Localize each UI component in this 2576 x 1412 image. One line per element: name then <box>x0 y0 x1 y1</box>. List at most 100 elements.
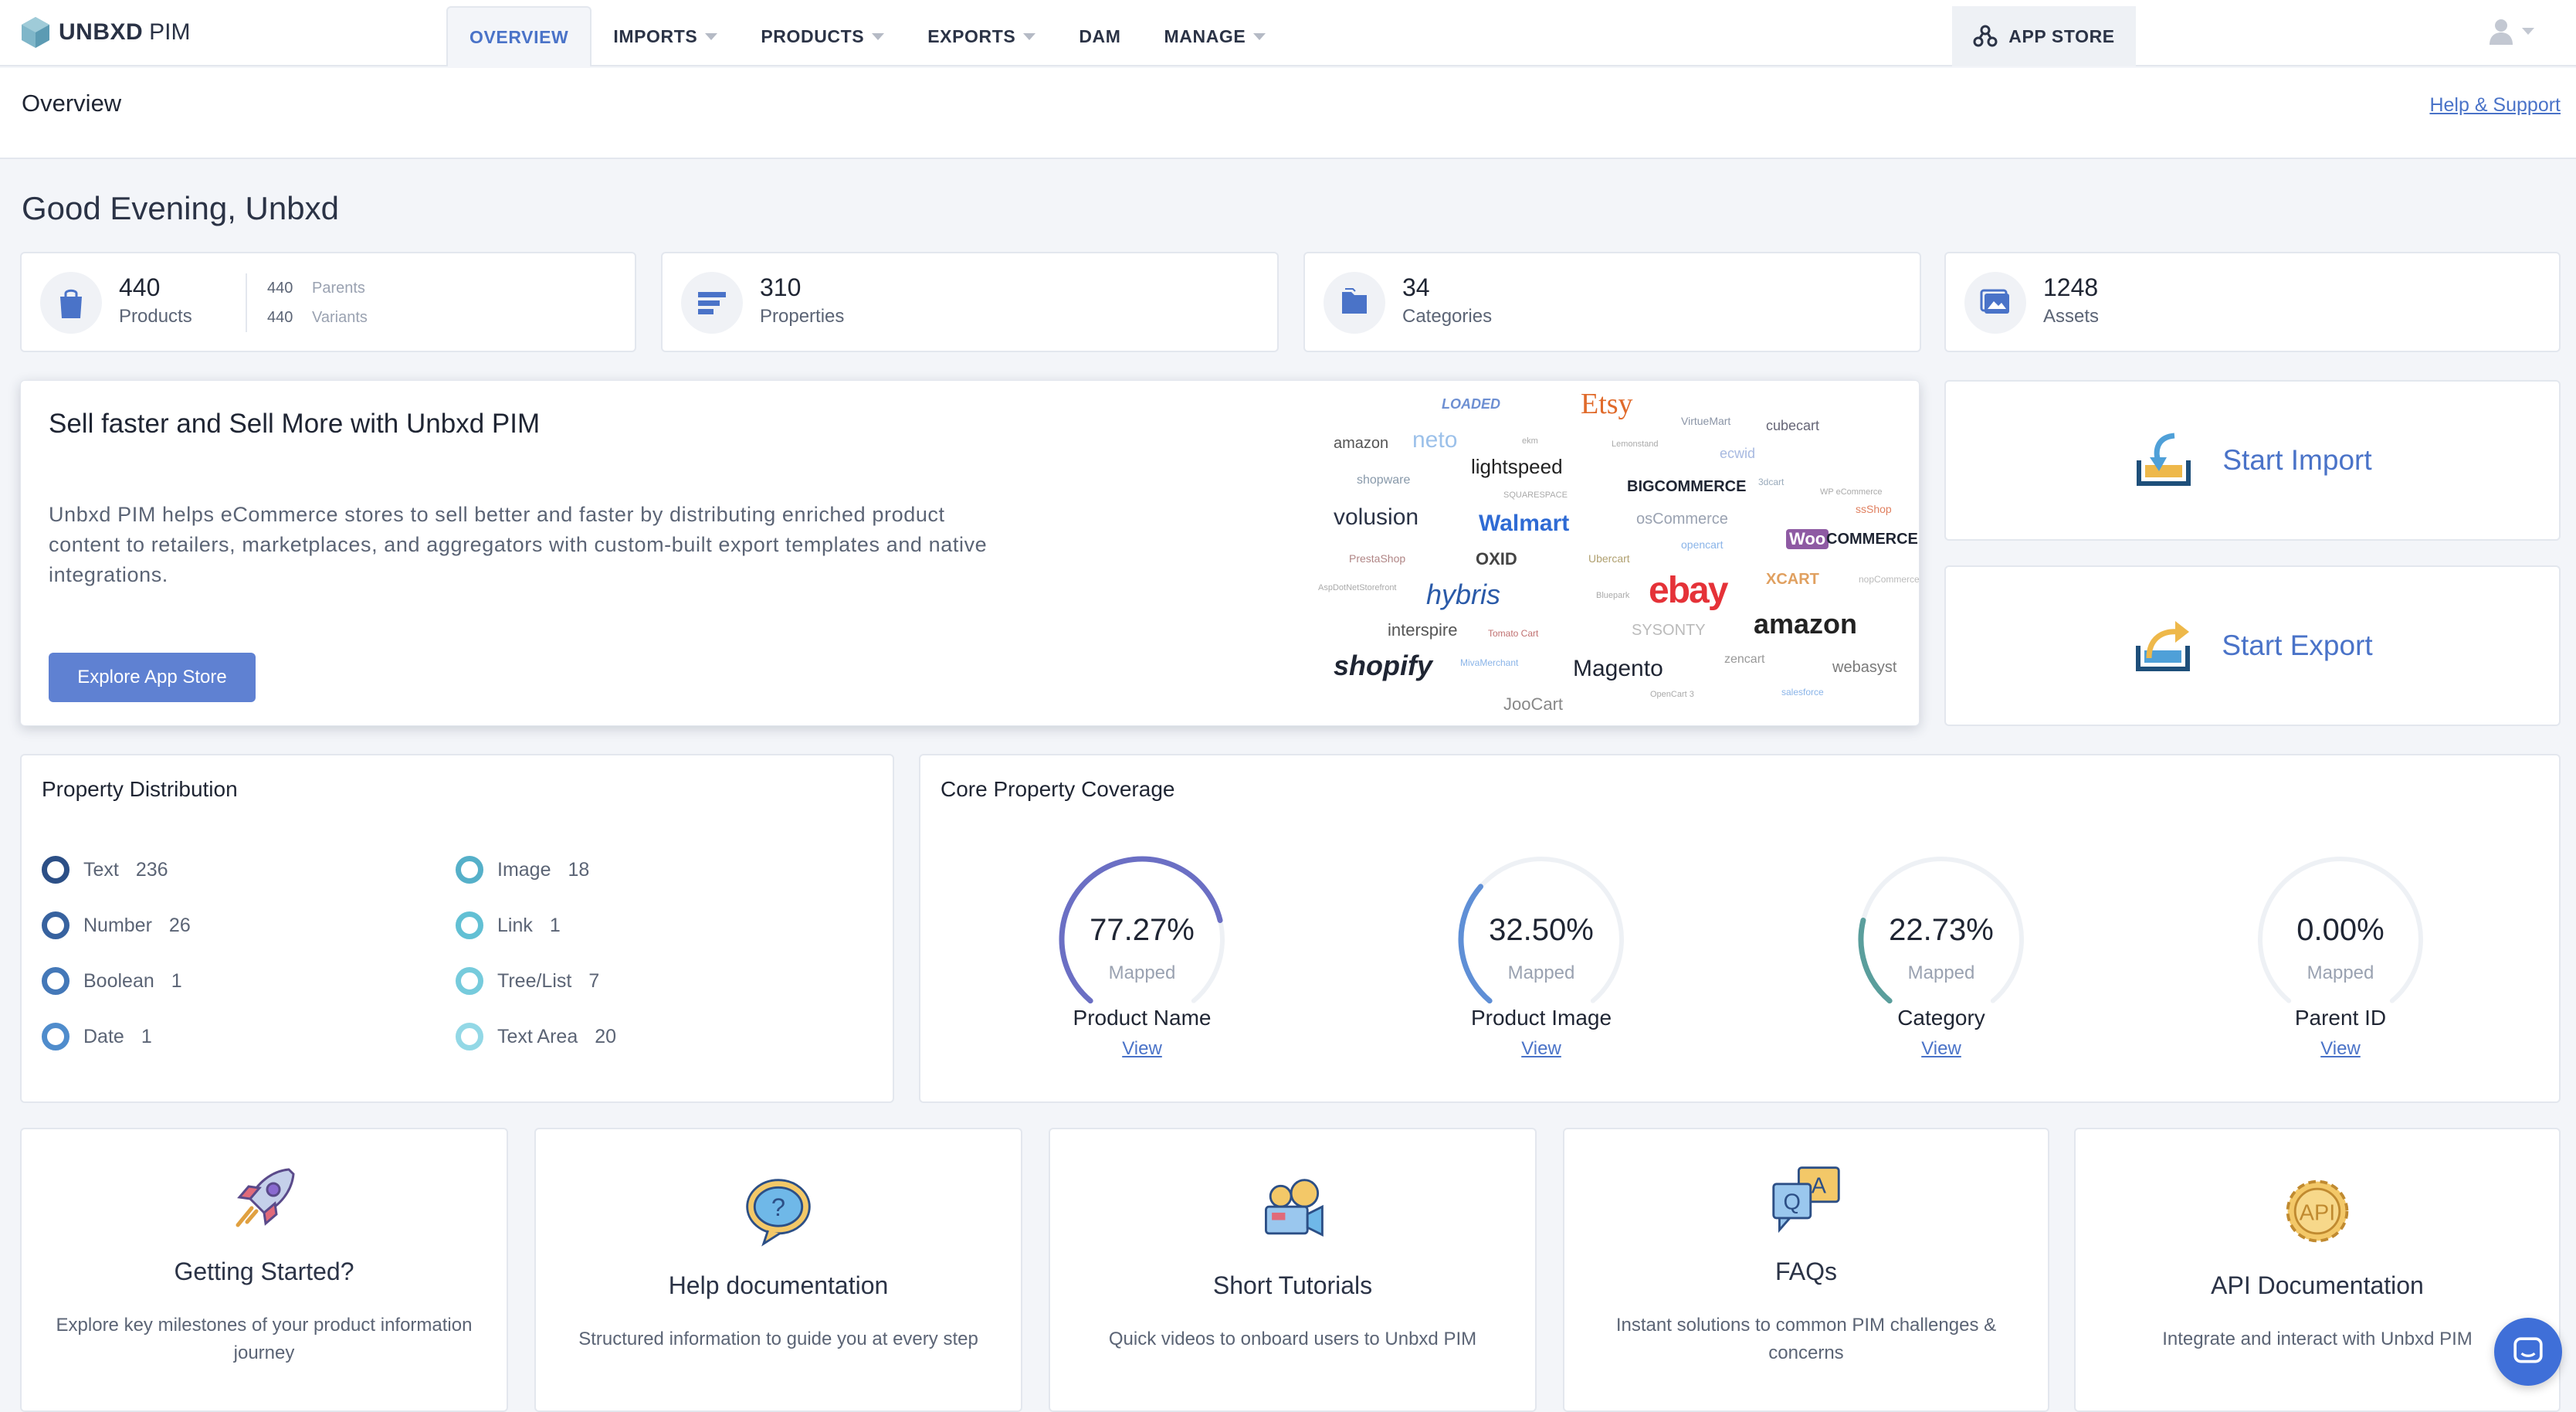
property-type-label: Text Area <box>497 1025 578 1047</box>
logo-volusion: volusion <box>1334 504 1419 530</box>
gauge-property-name: Product Name <box>1073 1006 1212 1030</box>
gauge-value: 0.00% <box>2296 913 2384 947</box>
logo-bluepark: Bluepark <box>1596 591 1630 600</box>
svg-text:Q: Q <box>1784 1190 1801 1214</box>
tab-imports[interactable]: IMPORTS <box>591 6 739 66</box>
variants-label: Variants <box>312 309 368 326</box>
svg-text:?: ? <box>771 1193 785 1221</box>
rocket-icon <box>236 1168 295 1227</box>
property-type-item: Tree/List 7 <box>456 967 599 995</box>
property-distribution-title: Property Distribution <box>42 777 238 801</box>
chat-icon <box>2513 1337 2543 1363</box>
brand-sub: PIM <box>149 19 191 45</box>
gauge-view-link[interactable]: View <box>2225 1038 2456 1060</box>
promo-description: Unbxd PIM helps eCommerce stores to sell… <box>49 503 988 586</box>
property-type-count: 1 <box>549 914 561 936</box>
parents-label: Parents <box>312 280 365 297</box>
resource-card-api-documentation[interactable]: API API Documentation Integrate and inte… <box>2074 1128 2561 1412</box>
logo-zencart: zencart <box>1724 653 1765 666</box>
gauge-view-link[interactable]: View <box>1825 1038 2057 1060</box>
caret-down-icon <box>1253 32 1266 40</box>
greeting: Good Evening, Unbxd <box>22 190 339 226</box>
property-type-count: 18 <box>568 858 590 881</box>
ring-icon <box>456 1023 483 1051</box>
user-icon <box>2490 19 2513 45</box>
ring-icon <box>456 911 483 939</box>
caret-down-icon <box>705 32 718 40</box>
gauge-sub-label: Mapped <box>1108 962 1176 983</box>
gauge-value: 77.27% <box>1090 913 1195 947</box>
tab-label: OVERVIEW <box>469 26 569 47</box>
categories-count: 34 <box>1402 273 1430 301</box>
brand-name: UNBXD <box>59 19 144 45</box>
logo-hybris: hybris <box>1426 579 1501 610</box>
gauge-property-name: Product Image <box>1470 1006 1612 1030</box>
start-export-card[interactable]: Start Export <box>1944 565 2561 726</box>
start-export-label: Start Export <box>2222 630 2373 661</box>
property-type-item: Date 1 <box>42 1023 152 1051</box>
resource-card-faqs[interactable]: A Q FAQs Instant solutions to common PIM… <box>1563 1128 2049 1412</box>
logo-salesforce: salesforce <box>1781 687 1824 698</box>
property-type-count: 7 <box>588 969 600 992</box>
ring-icon <box>42 911 69 939</box>
coverage-gauge: 77.27% Mapped Product Name View <box>1026 847 1258 1101</box>
app-store-button[interactable]: APP STORE <box>1952 6 2136 66</box>
resource-title: Getting Started? <box>174 1258 354 1285</box>
user-menu[interactable] <box>2488 17 2534 45</box>
property-type-label: Text <box>83 858 119 881</box>
logo-shopify: shopify <box>1334 650 1433 681</box>
gauge-property-name: Category <box>1897 1006 1985 1030</box>
tab-exports[interactable]: EXPORTS <box>906 6 1057 66</box>
tab-dam[interactable]: DAM <box>1057 6 1142 66</box>
coverage-gauge: 0.00% Mapped Parent ID View <box>2225 847 2456 1101</box>
properties-icon <box>698 292 726 314</box>
logo-walmart: Walmart <box>1479 511 1570 536</box>
app-store-label: APP STORE <box>2008 25 2115 46</box>
property-distribution-card: Property Distribution Text 236 Number 26 Boo… <box>20 754 894 1103</box>
app-store-icon <box>1973 25 1998 47</box>
property-type-label: Boolean <box>83 969 154 992</box>
gauge-property-name: Parent ID <box>2294 1006 2387 1030</box>
ring-icon <box>456 967 483 995</box>
ring-icon <box>42 1023 69 1051</box>
resource-title: Short Tutorials <box>1212 1271 1373 1299</box>
page-title: Overview <box>22 90 122 117</box>
divider <box>246 273 247 332</box>
tab-products[interactable]: PRODUCTS <box>739 6 906 66</box>
resource-desc: Structured information to guide you at e… <box>578 1329 978 1349</box>
tab-label: IMPORTS <box>613 25 698 46</box>
stat-card-properties[interactable]: 310 Properties <box>661 252 1279 352</box>
gauge-view-link[interactable]: View <box>1026 1038 1258 1060</box>
resource-desc: Explore key milestones of your product i… <box>56 1315 473 1363</box>
gauge-view-link[interactable]: View <box>1425 1038 1657 1060</box>
resource-card-help-documentation[interactable]: ? Help documentation Structured informat… <box>534 1128 1022 1412</box>
property-type-item: Image 18 <box>456 856 589 884</box>
resource-card-getting-started[interactable]: Getting Started? Explore key milestones … <box>20 1128 508 1412</box>
resource-card-short-tutorials[interactable]: Short Tutorials Quick videos to onboard … <box>1049 1128 1537 1412</box>
logo-lightspeed: lightspeed <box>1471 455 1563 478</box>
property-type-count: 1 <box>141 1025 152 1047</box>
stat-card-assets[interactable]: 1248 Assets <box>1944 252 2561 352</box>
logo-amazon-small: amazon <box>1334 435 1389 452</box>
tab-manage[interactable]: MANAGE <box>1143 6 1288 66</box>
explore-app-store-button[interactable]: Explore App Store <box>49 653 256 702</box>
logo-loaded: LOADED <box>1442 396 1500 412</box>
logo-ecwid: ecwid <box>1720 446 1756 461</box>
parents-count: 440 <box>267 280 293 297</box>
logo-xcart: XCART <box>1766 571 1819 588</box>
properties-label: Properties <box>760 306 845 327</box>
logo-opencart3: OpenCart 3 <box>1650 690 1694 699</box>
help-support-link[interactable]: Help & Support <box>2429 94 2561 117</box>
logo-miva: MivaMerchant <box>1460 657 1519 668</box>
promo-card: Sell faster and Sell More with Unbxd PIM… <box>20 380 1920 726</box>
tab-label: MANAGE <box>1164 25 1246 46</box>
stat-card-products[interactable]: 440 Products 440 Parents 440 Variants <box>20 252 636 352</box>
property-type-count: 20 <box>595 1025 617 1047</box>
app-logo[interactable]: UNBXD PIM <box>20 14 191 51</box>
property-type-count: 236 <box>135 858 168 881</box>
tab-overview[interactable]: OVERVIEW <box>446 6 592 66</box>
chat-button[interactable] <box>2494 1318 2562 1386</box>
stat-card-categories[interactable]: 34 Categories <box>1303 252 1921 352</box>
start-import-card[interactable]: Start Import <box>1944 380 2561 541</box>
marketplace-logos: LOADED Etsy amazon neto VirtueMart cubec… <box>1287 381 1920 721</box>
